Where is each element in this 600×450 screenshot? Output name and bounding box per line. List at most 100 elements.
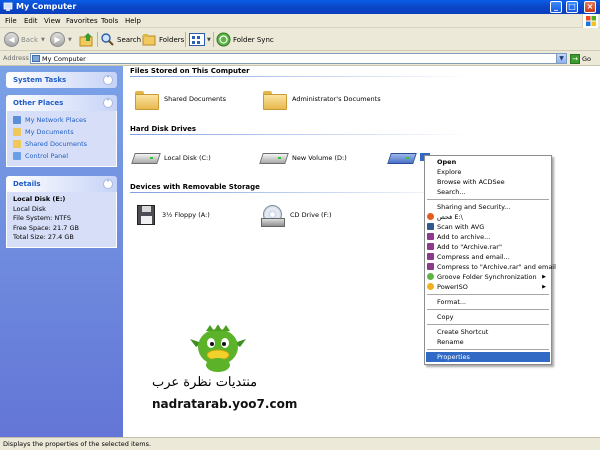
details-body: Local Disk (E:) Local Disk File System: … — [6, 192, 117, 248]
winrar-icon — [427, 253, 434, 260]
menu-view[interactable]: View — [44, 16, 61, 26]
menu-item-groove-sync[interactable]: Groove Folder Synchronization ▶ — [426, 272, 550, 282]
details-panel: Details ˄ Local Disk (E:) Local Disk Fil… — [6, 176, 117, 248]
item-cd-drive-f[interactable]: CD Drive (F:) — [261, 205, 332, 227]
link-my-documents[interactable]: My Documents — [13, 126, 116, 138]
menu-file[interactable]: File — [5, 16, 17, 26]
windows-logo-icon — [582, 14, 598, 28]
link-my-network-places[interactable]: My Network Places — [13, 114, 116, 126]
panel-title: Other Places — [13, 99, 64, 107]
forward-button[interactable]: ▶ ▼ — [50, 31, 72, 48]
back-button[interactable]: ◀ Back ▼ — [4, 31, 45, 48]
groove-icon — [427, 273, 434, 280]
chevron-up-icon[interactable]: ˄ — [103, 98, 113, 108]
item-administrators-documents[interactable]: Administrator's Documents — [263, 90, 381, 110]
other-places-list: My Network Places My Documents Shared Do… — [6, 111, 117, 167]
menu-item-rename[interactable]: Rename — [426, 337, 550, 347]
chevron-up-icon[interactable]: ˄ — [103, 179, 113, 189]
up-folder-button[interactable] — [79, 31, 94, 48]
close-button[interactable]: × — [584, 1, 596, 13]
item-new-volume-d[interactable]: New Volume (D:) — [261, 151, 347, 164]
group-divider — [130, 192, 470, 193]
group-title-hard-disk-drives: Hard Disk Drives — [130, 125, 197, 133]
forward-arrow-icon: ▶ — [50, 32, 65, 47]
poweriso-icon — [427, 283, 434, 290]
menu-help[interactable]: Help — [125, 16, 141, 26]
menu-item-poweriso[interactable]: PowerISO ▶ — [426, 282, 550, 292]
other-places-header[interactable]: Other Places ˄ — [6, 95, 117, 111]
details-free-space: Free Space: 21.7 GB — [13, 223, 79, 232]
address-label: Address — [3, 54, 29, 62]
item-local-disk-c[interactable]: Local Disk (C:) — [133, 151, 211, 164]
panel-title: System Tasks — [13, 76, 67, 84]
details-header[interactable]: Details ˄ — [6, 176, 117, 192]
menu-item-format[interactable]: Format... — [426, 297, 550, 307]
group-divider — [130, 134, 470, 135]
group-title-files: Files Stored on This Computer — [130, 67, 250, 75]
toolbar-separator — [97, 32, 98, 47]
maximize-button[interactable]: □ — [566, 1, 578, 13]
menu-edit[interactable]: Edit — [24, 16, 38, 26]
menu-item-scan-e[interactable]: فحص E:\ — [426, 212, 550, 222]
address-value: My Computer — [42, 55, 86, 63]
context-menu: Open Explore Browse with ACDSee Search..… — [424, 155, 556, 365]
chevron-down-icon[interactable]: ˅ — [103, 75, 113, 85]
title-bar[interactable]: My Computer _ □ × — [0, 0, 600, 14]
system-tasks-header[interactable]: System Tasks ˅ — [6, 72, 117, 88]
details-total-size: Total Size: 27.4 GB — [13, 233, 74, 241]
minimize-button[interactable]: _ — [550, 1, 562, 13]
group-title-removable-storage: Devices with Removable Storage — [130, 183, 260, 191]
menu-item-properties[interactable]: Properties — [426, 352, 550, 362]
item-local-disk-e-selected[interactable] — [389, 151, 413, 164]
my-documents-icon — [13, 128, 21, 136]
address-dropdown-button[interactable]: ▼ — [556, 54, 566, 63]
folders-button[interactable]: Folders — [142, 31, 184, 48]
winrar-icon — [427, 233, 434, 240]
menu-item-sharing-security[interactable]: Sharing and Security... — [426, 202, 550, 212]
address-input[interactable]: My Computer ▼ — [30, 53, 567, 64]
item-shared-documents[interactable]: Shared Documents — [135, 90, 226, 110]
details-name: Local Disk (E:) — [13, 195, 66, 203]
menu-item-browse-acdsee[interactable]: Browse with ACDSee — [426, 177, 550, 187]
menu-item-search[interactable]: Search... — [426, 187, 550, 197]
link-control-panel[interactable]: Control Panel — [13, 150, 116, 162]
search-button[interactable]: Search — [100, 31, 141, 48]
back-arrow-icon: ◀ — [4, 32, 19, 47]
menu-item-add-to-archive-rar[interactable]: Add to "Archive.rar" — [426, 242, 550, 252]
my-computer-icon — [32, 55, 40, 62]
up-folder-icon — [79, 33, 93, 47]
item-floppy-a[interactable]: 3½ Floppy (A:) — [137, 205, 210, 225]
toolbar-separator — [213, 32, 214, 47]
go-button[interactable]: → Go — [570, 53, 591, 64]
menu-item-compress-email[interactable]: Compress and email... — [426, 252, 550, 262]
other-places-panel: Other Places ˄ My Network Places My Docu… — [6, 95, 117, 167]
bird-logo-icon — [190, 325, 246, 372]
address-bar: Address My Computer ▼ → Go — [0, 51, 600, 66]
menu-item-compress-rar-email[interactable]: Compress to "Archive.rar" and email — [426, 262, 556, 272]
go-arrow-icon: → — [570, 53, 580, 64]
toolbar-separator — [185, 32, 186, 47]
menu-item-create-shortcut[interactable]: Create Shortcut — [426, 327, 550, 337]
menu-tools[interactable]: Tools — [101, 16, 118, 26]
task-pane: System Tasks ˅ Other Places ˄ My Network… — [0, 66, 123, 437]
menu-favorites[interactable]: Favorites — [66, 16, 98, 26]
floppy-disk-icon — [137, 205, 155, 225]
submenu-arrow-icon: ▶ — [542, 284, 546, 290]
dropdown-icon: ▼ — [41, 36, 45, 43]
system-tasks-panel: System Tasks ˅ — [6, 72, 117, 88]
menu-item-explore[interactable]: Explore — [426, 167, 550, 177]
folders-icon — [142, 34, 156, 46]
menu-item-scan-avg[interactable]: Scan with AVG — [426, 222, 550, 232]
watermark-url: nadratarab.yoo7.com — [152, 397, 298, 411]
menu-bar: File Edit View Favorites Tools Help — [0, 14, 600, 28]
menu-item-copy[interactable]: Copy — [426, 312, 550, 322]
dropdown-icon: ▼ — [207, 36, 211, 43]
hard-drive-icon — [261, 151, 285, 164]
menu-item-add-to-archive[interactable]: Add to archive... — [426, 232, 550, 242]
folder-sync-button[interactable]: Folder Sync — [216, 31, 274, 48]
search-icon — [101, 33, 114, 46]
menu-item-open[interactable]: Open — [426, 157, 550, 167]
views-button[interactable]: ▼ — [189, 31, 211, 48]
watermark-arabic-text: منتديات نظرة عرب — [152, 375, 258, 390]
link-shared-documents[interactable]: Shared Documents — [13, 138, 116, 150]
